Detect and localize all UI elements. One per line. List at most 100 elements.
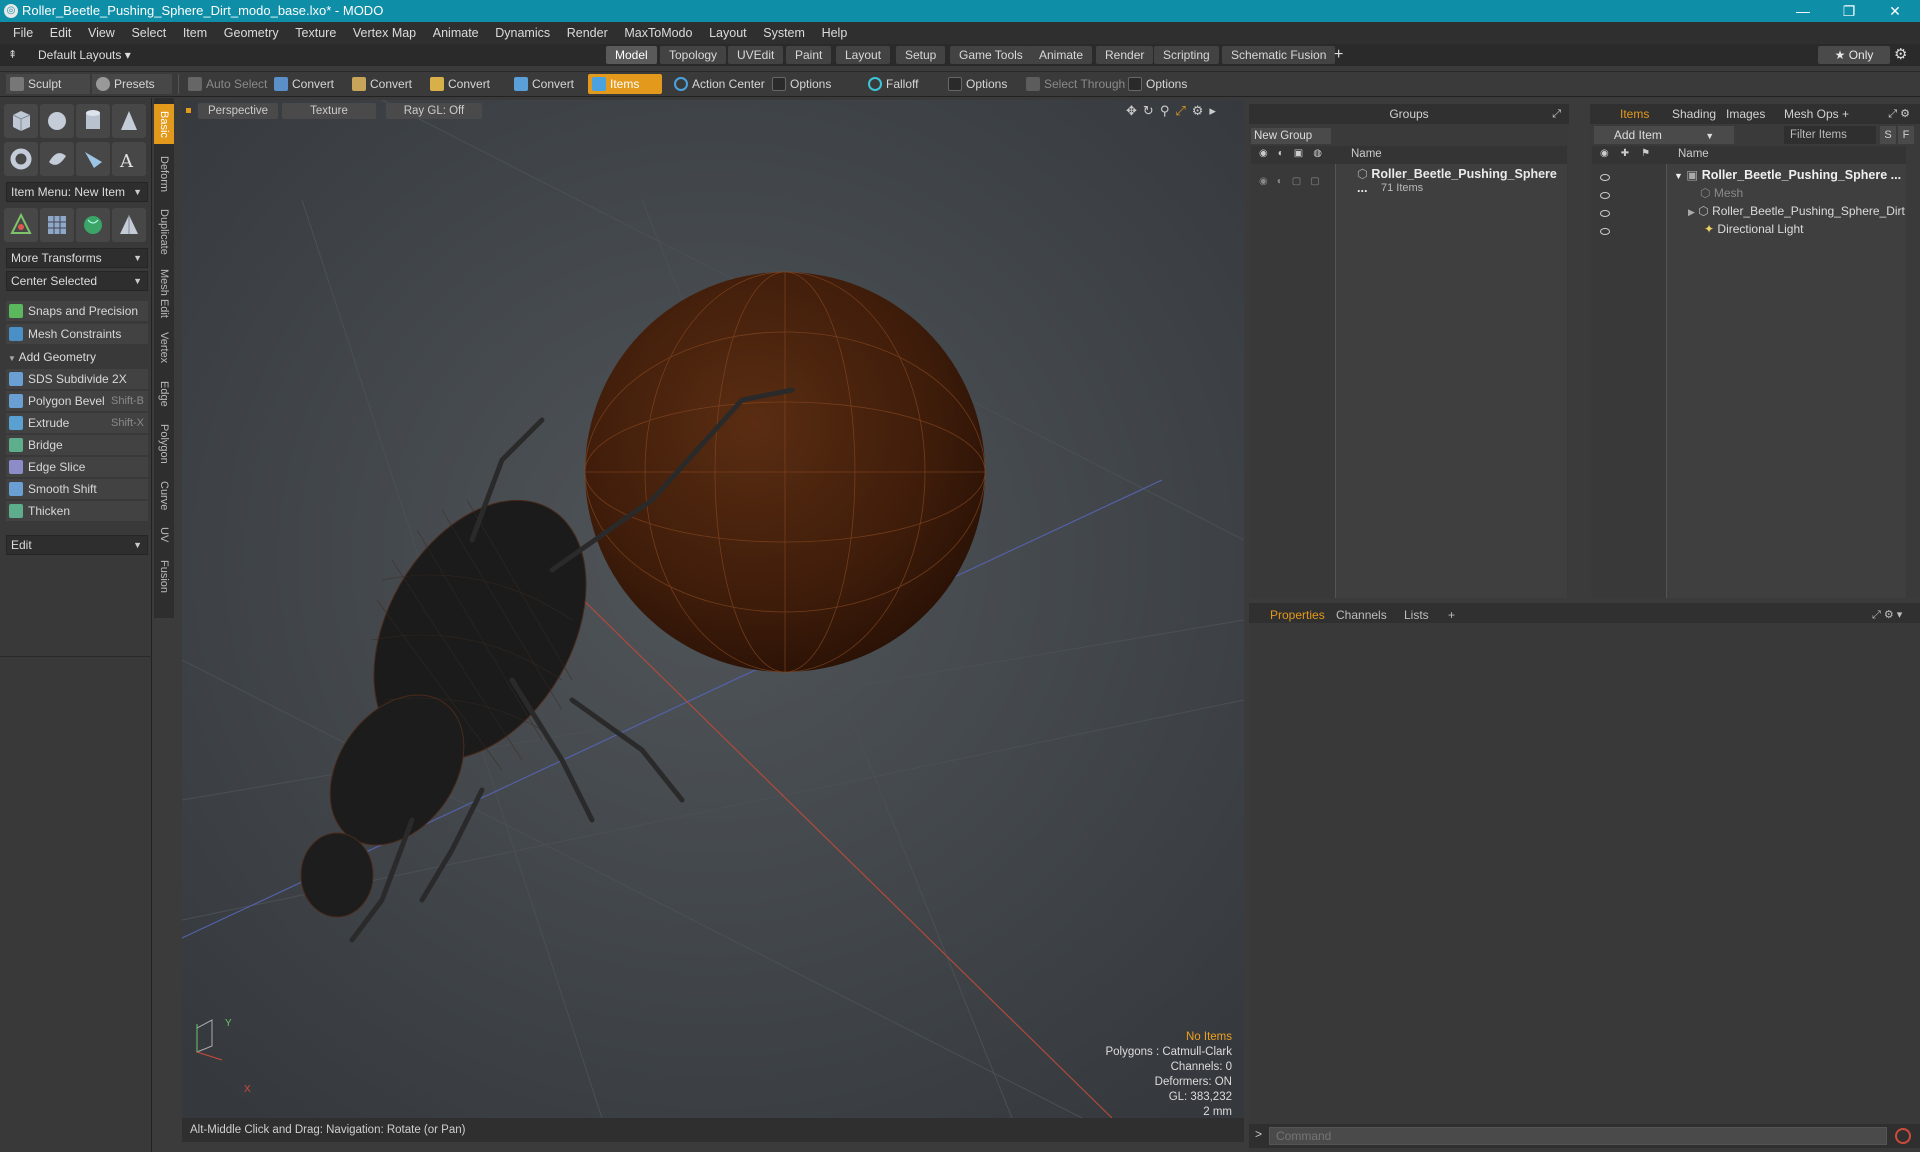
vtab-vertex[interactable]: Vertex <box>154 324 174 372</box>
polygon-bevel-button[interactable]: Polygon Bevel Shift-B <box>6 391 148 411</box>
convert-button-3[interactable]: Convert <box>426 74 494 94</box>
filter-items-input[interactable]: Filter Items <box>1784 126 1876 144</box>
viewport-more-icon[interactable]: ▸ <box>1209 103 1222 118</box>
cylinder-primitive-icon[interactable] <box>76 104 110 138</box>
menu-layout[interactable]: Layout <box>709 26 747 40</box>
menu-view[interactable]: View <box>88 26 115 40</box>
options-button-3[interactable]: Options <box>1124 74 1191 94</box>
items-mode-button[interactable]: Items <box>588 74 662 94</box>
tab-scripting[interactable]: Scripting <box>1154 46 1219 64</box>
globe-tool-icon[interactable] <box>76 208 110 242</box>
move-view-icon[interactable]: ✥ <box>1126 103 1143 118</box>
vtab-uv[interactable]: UV <box>154 520 174 550</box>
vtab-edge[interactable]: Edge <box>154 374 174 414</box>
pyramid-tool-icon[interactable] <box>112 208 146 242</box>
sphere-primitive-icon[interactable] <box>40 104 74 138</box>
filter-s-button[interactable]: S <box>1880 126 1896 144</box>
tab-properties[interactable]: Properties <box>1270 606 1325 624</box>
cube-primitive-icon[interactable] <box>4 104 38 138</box>
add-tab-button[interactable]: + <box>1334 44 1343 66</box>
tab-mesh-ops[interactable]: Mesh Ops <box>1784 104 1839 124</box>
menu-maxtomodo[interactable]: MaxToModo <box>624 26 692 40</box>
select-through-button[interactable]: Select Through <box>1022 74 1129 94</box>
falloff-button[interactable]: Falloff <box>864 74 922 94</box>
edit-dropdown[interactable]: Edit ▼ <box>6 535 148 555</box>
tab-channels[interactable]: Channels <box>1336 606 1387 624</box>
item-menu-dropdown[interactable]: Item Menu: New Item ▼ <box>6 182 148 202</box>
menu-dynamics[interactable]: Dynamics <box>495 26 550 40</box>
tab-animate[interactable]: Animate <box>1030 46 1093 64</box>
record-icon[interactable] <box>1895 1128 1911 1144</box>
menu-geometry[interactable]: Geometry <box>224 26 279 40</box>
grid-tool-icon[interactable] <box>40 208 74 242</box>
edge-slice-button[interactable]: Edge Slice <box>6 457 148 477</box>
sds-subdivide-button[interactable]: SDS Subdivide 2X <box>6 369 148 389</box>
vtab-curve[interactable]: Curve <box>154 474 174 518</box>
panel-gear-icon[interactable]: ⤢ ⚙ <box>1888 104 1910 124</box>
group-row-toggles[interactable]: ◉◐▢▢ <box>1259 176 1329 187</box>
menu-help[interactable]: Help <box>822 26 848 40</box>
eye-icon[interactable] <box>1600 186 1610 204</box>
menu-render[interactable]: Render <box>567 26 608 40</box>
close-button[interactable]: ✕ <box>1872 0 1918 22</box>
cone-primitive-icon[interactable] <box>112 104 146 138</box>
tab-lists[interactable]: Lists <box>1404 606 1429 624</box>
convert-button-2[interactable]: Convert <box>348 74 416 94</box>
vtab-mesh-edit[interactable]: Mesh Edit <box>154 264 174 322</box>
tab-game-tools[interactable]: Game Tools <box>950 46 1032 64</box>
tab-render[interactable]: Render <box>1096 46 1154 64</box>
tab-items[interactable]: Items <box>1620 104 1649 124</box>
vtab-fusion[interactable]: Fusion <box>154 552 174 602</box>
action-center-button[interactable]: Action Center <box>670 74 769 94</box>
only-toggle[interactable]: ★ Only <box>1818 46 1890 64</box>
tab-uvedit[interactable]: UVEdit <box>728 46 784 64</box>
menu-file[interactable]: File <box>13 26 33 40</box>
tree-item-dirt-mesh[interactable]: ▶ ⬡ Roller_Beetle_Pushing_Sphere_Dirt <box>1688 202 1905 220</box>
tree-item-scene-root[interactable]: ▼ ▣ Roller_Beetle_Pushing_Sphere ... <box>1674 166 1901 184</box>
text-tool-icon[interactable]: A <box>112 142 146 176</box>
tree-item-directional-light[interactable]: ✦ Directional Light <box>1704 220 1803 238</box>
texture-shading-button[interactable]: Texture <box>282 103 376 119</box>
maximize-view-icon[interactable]: ⤢ <box>1175 103 1191 118</box>
options-button-2[interactable]: Options <box>944 74 1011 94</box>
eye-icon[interactable] <box>1600 204 1610 222</box>
menu-select[interactable]: Select <box>131 26 166 40</box>
menu-vertex-map[interactable]: Vertex Map <box>353 26 416 40</box>
torus-primitive-icon[interactable] <box>4 142 38 176</box>
tab-layout[interactable]: Layout <box>836 46 891 64</box>
properties-gear-icon[interactable]: ⤢ ⚙ ▾ <box>1872 606 1902 624</box>
pen-tool-icon[interactable] <box>76 142 110 176</box>
tree-item-mesh[interactable]: ⬡ Mesh <box>1700 184 1743 202</box>
capsule-tool-icon[interactable] <box>40 142 74 176</box>
tab-paint[interactable]: Paint <box>786 46 832 64</box>
thicken-button[interactable]: Thicken <box>6 501 148 521</box>
vtab-deform[interactable]: Deform <box>154 148 174 200</box>
vtab-polygon[interactable]: Polygon <box>154 416 174 472</box>
minimize-button[interactable]: — <box>1780 0 1826 22</box>
layout-toggle-icon[interactable]: ⇞ <box>8 44 17 66</box>
menu-item[interactable]: Item <box>183 26 207 40</box>
menu-edit[interactable]: Edit <box>50 26 72 40</box>
tab-setup[interactable]: Setup <box>896 46 946 64</box>
perspective-button[interactable]: Perspective <box>198 103 278 119</box>
vtab-duplicate[interactable]: Duplicate <box>154 202 174 262</box>
expand-panel-icon[interactable]: ⤢ <box>1552 104 1561 124</box>
extrude-button[interactable]: Extrude Shift-X <box>6 413 148 433</box>
rotate-view-icon[interactable]: ↻ <box>1143 103 1160 118</box>
new-group-button[interactable]: New Group <box>1251 128 1331 144</box>
options-button-1[interactable]: Options <box>768 74 835 94</box>
smooth-shift-button[interactable]: Smooth Shift <box>6 479 148 499</box>
mesh-constraints-button[interactable]: Mesh Constraints <box>6 324 148 344</box>
raygl-button[interactable]: Ray GL: Off <box>386 103 482 119</box>
convert-button-4[interactable]: Convert <box>510 74 578 94</box>
layout-dropdown[interactable]: Default Layouts ▾ <box>38 44 131 66</box>
menu-animate[interactable]: Animate <box>433 26 479 40</box>
bridge-button[interactable]: Bridge <box>6 435 148 455</box>
eye-icon[interactable] <box>1600 168 1610 186</box>
tab-schematic-fusion[interactable]: Schematic Fusion <box>1222 46 1336 64</box>
filter-f-button[interactable]: F <box>1898 126 1914 144</box>
viewport-gear-icon[interactable]: ⚙ <box>1192 103 1210 118</box>
tab-topology[interactable]: Topology <box>660 46 727 64</box>
add-properties-tab[interactable]: + <box>1448 606 1455 624</box>
presets-button[interactable]: Presets F6 <box>92 74 172 111</box>
